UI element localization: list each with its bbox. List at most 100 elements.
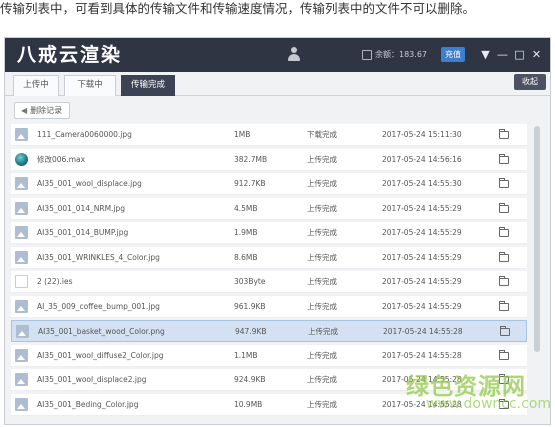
delete-records-button[interactable]: ◀ 删除记录 bbox=[14, 102, 71, 119]
balance-display: 余额：183.67 bbox=[375, 48, 427, 62]
file-row[interactable]: AI35_001_WRINKLES_4_Color.jpg 8.6MB 上传完成 20… bbox=[11, 246, 527, 269]
file-status: 上传完成 bbox=[307, 301, 337, 311]
scrollbar[interactable] bbox=[533, 126, 541, 422]
file-size: 382.7MB bbox=[234, 154, 268, 164]
image-icon bbox=[16, 325, 29, 338]
image-icon bbox=[15, 177, 28, 190]
maximize-icon[interactable]: □ bbox=[513, 47, 526, 62]
file-name: AI35_001_wool_displace2.jpg bbox=[37, 375, 147, 384]
file-status: 上传完成 bbox=[307, 203, 337, 213]
scrollbar-thumb[interactable] bbox=[534, 126, 540, 352]
file-time: 2017-05-24 14:55:29 bbox=[382, 301, 462, 311]
image-icon bbox=[15, 348, 28, 362]
file-size: 1.1MB bbox=[234, 350, 258, 360]
file-status: 上传完成 bbox=[307, 350, 337, 360]
file-row[interactable]: AI35_001_wool_displace.jpg 912.7KB 上传完成 201… bbox=[11, 173, 527, 195]
collapse-button[interactable]: 收起 bbox=[514, 74, 546, 90]
file-size: 10.9MB bbox=[234, 399, 263, 409]
file-time: 2017-05-24 14:55:29 bbox=[382, 203, 462, 213]
file-name: 111_Camera0060000.jpg bbox=[37, 130, 132, 139]
file-row[interactable]: AI35_001_basket_wood_Color.png 947.9KB 上传完… bbox=[11, 320, 527, 342]
file-name: AI35_001_basket_wood_Color.png bbox=[38, 327, 165, 336]
open-folder-icon[interactable] bbox=[499, 129, 509, 139]
file-row[interactable]: AI35_001_wool_diffuse2_Color.jpg 1.1MB 上传完… bbox=[11, 344, 527, 367]
file-time: 2017-05-24 14:56:16 bbox=[382, 154, 462, 164]
file-name: AI_35_009_coffee_bump_001.jpg bbox=[37, 301, 160, 311]
file-status: 上传完成 bbox=[307, 154, 337, 164]
tab-downloading[interactable]: 下载中 bbox=[64, 75, 116, 96]
open-folder-icon[interactable] bbox=[499, 349, 509, 360]
image-icon bbox=[15, 299, 28, 313]
file-name: AI35_001_Beding_Color.jpg bbox=[37, 399, 139, 409]
tab-completed[interactable]: 传输完成 bbox=[121, 75, 175, 96]
file-time: 2017-05-24 14:55:28 bbox=[382, 350, 462, 360]
balance-label: 余额： bbox=[375, 50, 399, 59]
file-name: AI35_001_wool_displace.jpg bbox=[37, 179, 142, 188]
file-time: 2017-05-24 14:55:28 bbox=[383, 327, 463, 336]
file-status: 上传完成 bbox=[307, 179, 337, 188]
page-caption: 传输列表中，可看到具体的传输文件和传输速度情况，传输列表中的文件不可以删除。 bbox=[0, 1, 476, 16]
file-time: 2017-05-24 14:55:29 bbox=[382, 277, 462, 286]
image-icon bbox=[15, 250, 28, 264]
open-folder-icon[interactable] bbox=[499, 178, 509, 188]
open-folder-icon[interactable] bbox=[499, 276, 509, 286]
file-time: 2017-05-24 15:11:30 bbox=[382, 130, 462, 139]
wallet-icon bbox=[362, 50, 372, 60]
file-name: AI35_001_014_BUMP.jpg bbox=[37, 228, 129, 237]
file-time: 2017-05-24 14:55:29 bbox=[382, 252, 462, 262]
minimize-icon[interactable]: — bbox=[496, 47, 509, 62]
file-row[interactable]: 111_Camera0060000.jpg 1MB 下载完成 2017-05-24 1… bbox=[11, 124, 527, 146]
app-logo: 八戒云渲染 bbox=[17, 44, 123, 66]
file-row[interactable]: AI_35_009_coffee_bump_001.jpg 961.9KB 上传完成… bbox=[11, 295, 527, 318]
file-size: 924.9KB bbox=[234, 375, 266, 384]
file-name: AI35_001_014_NRM.jpg bbox=[37, 203, 126, 213]
chevron-left-icon: ◀ bbox=[21, 106, 28, 115]
file-size: 1.9MB bbox=[234, 228, 258, 237]
document-icon bbox=[15, 275, 28, 288]
file-row[interactable]: AI35_001_014_NRM.jpg 4.5MB 上传完成 2017-05-24 … bbox=[11, 197, 527, 220]
close-icon[interactable]: ✕ bbox=[530, 47, 543, 62]
dropdown-icon[interactable]: ▼ bbox=[479, 47, 492, 62]
image-icon bbox=[15, 397, 28, 411]
image-icon bbox=[15, 201, 28, 215]
file-row[interactable]: 修改006.max 382.7MB 上传完成 2017-05-24 14:56:16 bbox=[11, 148, 527, 171]
file-status: 上传完成 bbox=[307, 375, 337, 384]
file-size: 8.6MB bbox=[234, 252, 258, 262]
image-icon bbox=[15, 226, 28, 239]
image-icon bbox=[15, 128, 28, 141]
file-size: 947.9KB bbox=[235, 327, 267, 336]
file-status: 上传完成 bbox=[307, 252, 337, 262]
file-time: 2017-05-24 14:55:30 bbox=[382, 179, 462, 188]
file-status: 上传完成 bbox=[307, 277, 337, 286]
file-row[interactable]: 2 (22).ies 303Byte 上传完成 2017-05-24 14:55:29 bbox=[11, 271, 527, 293]
open-folder-icon[interactable] bbox=[499, 227, 509, 237]
recharge-button[interactable]: 充值 bbox=[441, 47, 465, 62]
open-folder-icon[interactable] bbox=[499, 300, 509, 311]
file-name: AI35_001_WRINKLES_4_Color.jpg bbox=[37, 252, 160, 262]
file-name: 修改006.max bbox=[37, 154, 86, 164]
file-size: 961.9KB bbox=[234, 301, 266, 311]
file-size: 303Byte bbox=[234, 277, 266, 286]
file-row[interactable]: AI35_001_014_BUMP.jpg 1.9MB 上传完成 2017-05-24… bbox=[11, 222, 527, 244]
open-folder-icon[interactable] bbox=[499, 251, 509, 262]
open-folder-icon[interactable] bbox=[499, 202, 509, 213]
file-status: 下载完成 bbox=[307, 130, 337, 139]
balance-value: 183.67 bbox=[399, 50, 427, 59]
file-size: 4.5MB bbox=[234, 203, 258, 213]
file-size: 1MB bbox=[234, 130, 251, 139]
file-status: 上传完成 bbox=[307, 399, 337, 409]
image-icon bbox=[15, 373, 28, 386]
file-status: 上传完成 bbox=[308, 327, 338, 336]
user-icon[interactable] bbox=[287, 47, 301, 63]
open-folder-icon[interactable] bbox=[499, 153, 509, 164]
open-folder-icon[interactable] bbox=[500, 326, 510, 336]
file-size: 912.7KB bbox=[234, 179, 266, 188]
tab-bar: 上传中 下载中 传输完成 收起 bbox=[5, 72, 550, 96]
file-status: 上传完成 bbox=[307, 228, 337, 237]
tab-uploading[interactable]: 上传中 bbox=[13, 75, 59, 96]
toolbar: ◀ 删除记录 bbox=[5, 96, 550, 124]
max-file-icon bbox=[15, 152, 28, 166]
file-name: 2 (22).ies bbox=[37, 277, 73, 286]
delete-records-label: 删除记录 bbox=[30, 106, 63, 115]
watermark-url: www.downcc.com bbox=[426, 396, 552, 412]
